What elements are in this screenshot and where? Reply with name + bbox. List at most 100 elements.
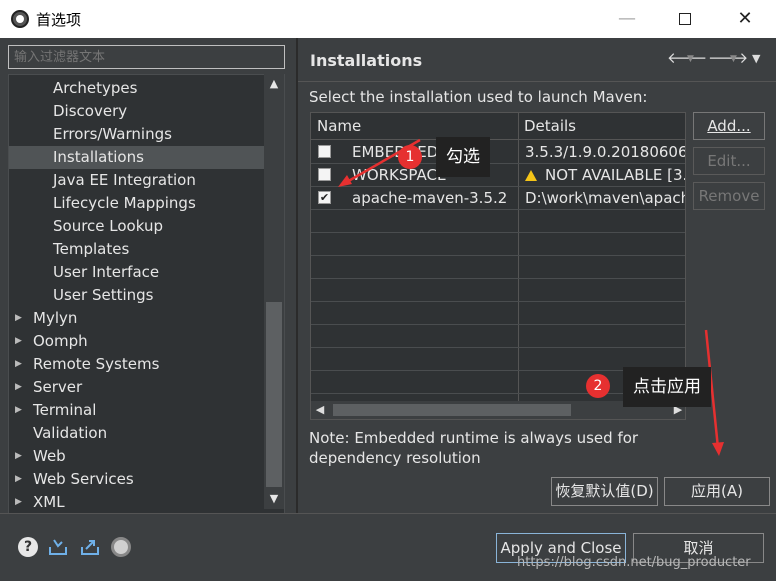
- cell-name: apache-maven-3.5.2: [352, 189, 508, 207]
- table-row: [311, 302, 685, 325]
- scroll-thumb[interactable]: [266, 302, 282, 487]
- oomph-record-icon[interactable]: [111, 537, 131, 557]
- help-icon[interactable]: ?: [18, 537, 38, 557]
- tree-item[interactable]: Templates: [9, 238, 265, 261]
- table-row: [311, 256, 685, 279]
- expand-arrow-icon[interactable]: ▶: [15, 307, 22, 330]
- apply-button[interactable]: 应用(A): [664, 477, 770, 506]
- forward-arrow-icon[interactable]: 🡒: [708, 48, 748, 67]
- tree-scrollbar[interactable]: ▲ ▼: [264, 74, 284, 509]
- page-header: Installations 🡐 ▼ 🡒 ▼ ▼: [298, 38, 776, 82]
- scroll-down-icon[interactable]: ▼: [264, 489, 284, 509]
- scroll-up-icon[interactable]: ▲: [264, 74, 284, 94]
- step-badge-2: 2: [586, 374, 610, 398]
- row-checkbox[interactable]: [318, 168, 331, 181]
- tree-item-label: Source Lookup: [53, 217, 163, 235]
- edit-button[interactable]: Edit...: [693, 147, 765, 175]
- eclipse-app-icon: [11, 10, 29, 28]
- tree-item-label: Errors/Warnings: [53, 125, 172, 143]
- tree-item-label: Discovery: [53, 102, 128, 120]
- remove-button[interactable]: Remove: [693, 182, 765, 210]
- tree-item-label: Installations: [53, 148, 144, 166]
- tree-item[interactable]: Errors/Warnings: [9, 123, 265, 146]
- expand-arrow-icon[interactable]: ▶: [15, 468, 22, 491]
- tree-item-label: Java EE Integration: [53, 171, 196, 189]
- page-title: Installations: [310, 51, 423, 70]
- import-icon[interactable]: [48, 537, 68, 557]
- tree-item-label: Mylyn: [33, 309, 78, 327]
- tree-item[interactable]: Source Lookup: [9, 215, 265, 238]
- preference-tree-panel: Archetypes Discovery Errors/Warnings Instal…: [0, 38, 296, 549]
- cell-details: D:\work\maven\apach: [525, 187, 685, 210]
- window-title: 首选项: [36, 11, 82, 29]
- minimize-button[interactable]: —: [598, 0, 656, 38]
- tree-item[interactable]: ▶ Mylyn: [9, 307, 265, 330]
- column-header-details[interactable]: Details: [518, 113, 576, 140]
- tree-item-label: Terminal: [33, 401, 97, 419]
- tree-item[interactable]: ▶ Terminal: [9, 399, 265, 422]
- table-row[interactable]: ✔ apache-maven-3.5.2 D:\work\maven\apach: [311, 187, 685, 210]
- watermark: https://blog.csdn.net/bug_producter: [517, 555, 751, 570]
- filter-input[interactable]: [8, 45, 285, 69]
- cell-details: NOT AVAILABLE [3.0: [525, 164, 685, 187]
- table-row: [311, 233, 685, 256]
- step-badge-1: 1: [398, 145, 422, 169]
- tree-item[interactable]: ▶ Web: [9, 445, 265, 468]
- preference-tree: Archetypes Discovery Errors/Warnings Instal…: [8, 74, 285, 549]
- tree-item[interactable]: Validation: [9, 422, 265, 445]
- close-button[interactable]: ✕: [716, 0, 774, 38]
- row-checkbox[interactable]: ✔: [318, 191, 331, 204]
- tree-item[interactable]: Archetypes: [9, 77, 265, 100]
- tree-item[interactable]: User Interface: [9, 261, 265, 284]
- table-row: [311, 210, 685, 233]
- forward-menu-icon[interactable]: ▼: [730, 54, 737, 64]
- table-row: [311, 325, 685, 348]
- tree-item[interactable]: User Settings: [9, 284, 265, 307]
- tree-item[interactable]: ▶ XML: [9, 491, 265, 514]
- expand-arrow-icon[interactable]: ▶: [15, 330, 22, 353]
- tree-item[interactable]: ▶ Web Services: [9, 468, 265, 491]
- title-bar: 首选项 — ✕: [0, 0, 776, 38]
- hscroll-thumb[interactable]: [333, 404, 571, 416]
- embedded-note: Note: Embedded runtime is always used fo…: [309, 429, 639, 467]
- table-row: [311, 279, 685, 302]
- expand-arrow-icon[interactable]: ▶: [15, 353, 22, 376]
- tree-item-label: Server: [33, 378, 83, 396]
- tree-item[interactable]: Lifecycle Mappings: [9, 192, 265, 215]
- maximize-icon: [679, 13, 691, 25]
- tree-item-label: Web Services: [33, 470, 134, 488]
- cell-details-text: D:\work\maven\apach: [525, 189, 685, 207]
- page-description: Select the installation used to launch M…: [309, 88, 648, 106]
- scroll-left-icon[interactable]: ◀: [311, 401, 329, 419]
- row-checkbox[interactable]: [318, 145, 331, 158]
- expand-arrow-icon[interactable]: ▶: [15, 376, 22, 399]
- expand-arrow-icon[interactable]: ▶: [15, 491, 22, 514]
- tree-item-label: Remote Systems: [33, 355, 160, 373]
- column-header-name[interactable]: Name: [311, 113, 361, 140]
- tree-item[interactable]: Discovery: [9, 100, 265, 123]
- tree-item-label: User Settings: [53, 286, 154, 304]
- tree-item[interactable]: Installations: [9, 146, 265, 169]
- table-row[interactable]: WORKSPACE NOT AVAILABLE [3.0: [311, 164, 685, 187]
- back-menu-icon[interactable]: ▼: [687, 54, 694, 64]
- dialog-footer: ? Apply and Close 取消 https://blog.csdn.n…: [0, 513, 776, 581]
- table-row[interactable]: EMBEDDED 3.5.3/1.9.0.20180606-2: [311, 141, 685, 164]
- view-menu-icon[interactable]: ▼: [752, 52, 760, 65]
- cell-name: WORKSPACE: [352, 166, 447, 184]
- maximize-button[interactable]: [656, 0, 714, 38]
- tree-item-label: Oomph: [33, 332, 88, 350]
- expand-arrow-icon[interactable]: ▶: [15, 399, 22, 422]
- add-button[interactable]: Add...: [693, 112, 765, 140]
- tree-item[interactable]: Java EE Integration: [9, 169, 265, 192]
- expand-arrow-icon[interactable]: ▶: [15, 445, 22, 468]
- tree-item[interactable]: ▶ Remote Systems: [9, 353, 265, 376]
- warning-icon: [525, 170, 537, 181]
- tree-item-label: Validation: [33, 424, 108, 442]
- restore-defaults-button[interactable]: 恢复默认值(D): [551, 477, 658, 506]
- cell-details: 3.5.3/1.9.0.20180606-2: [525, 141, 685, 164]
- tree-item[interactable]: ▶ Oomph: [9, 330, 265, 353]
- tree-item[interactable]: ▶ Server: [9, 376, 265, 399]
- tree-item-label: Lifecycle Mappings: [53, 194, 196, 212]
- export-icon[interactable]: [80, 537, 100, 557]
- tree-item-label: Archetypes: [53, 79, 138, 97]
